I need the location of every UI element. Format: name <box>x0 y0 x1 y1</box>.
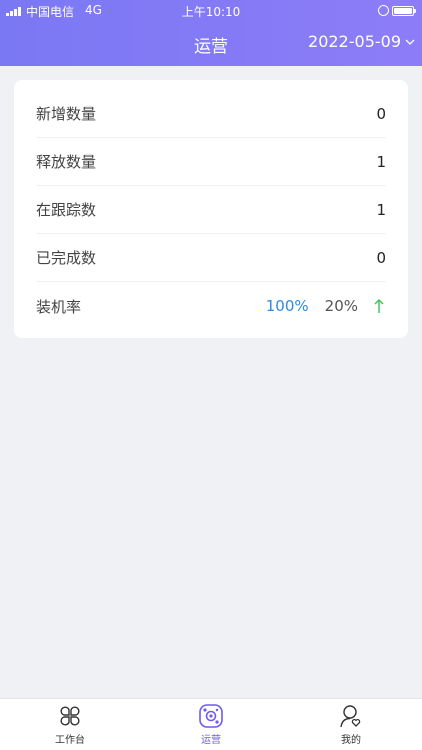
header: 中国电信 4G 上午10:10 运营 2022-05-09 <box>0 0 422 66</box>
stat-row-tracking: 在跟踪数 1 <box>36 186 386 234</box>
arrow-up-icon <box>374 299 384 313</box>
install-rate-values: 100% 20% <box>266 297 386 315</box>
completed-count-value: 0 <box>376 248 386 267</box>
battery-tip <box>414 9 416 13</box>
release-count-value: 1 <box>376 152 386 171</box>
date-value: 2022-05-09 <box>308 32 401 51</box>
stat-row-install-rate: 装机率 100% 20% <box>36 282 386 330</box>
orientation-lock-icon <box>378 5 389 16</box>
install-rate-primary: 100% <box>265 297 309 315</box>
tab-mine-label: 我的 <box>341 735 361 746</box>
operations-icon <box>199 704 223 728</box>
tab-mine[interactable]: 我的 <box>311 703 391 749</box>
workbench-grid-icon <box>60 706 80 726</box>
install-rate-secondary: 20% <box>324 297 358 315</box>
tracking-count-value: 1 <box>376 200 386 219</box>
chevron-down-icon <box>405 39 415 45</box>
status-time: 上午10:10 <box>181 5 241 19</box>
stat-row-completed: 已完成数 0 <box>36 234 386 282</box>
date-picker[interactable]: 2022-05-09 <box>308 32 416 51</box>
tab-workbench-label: 工作台 <box>55 735 85 746</box>
stat-row-new: 新增数量 0 <box>36 90 386 138</box>
tab-operations[interactable]: 运营 <box>171 703 251 749</box>
user-heart-icon <box>340 705 361 728</box>
new-count-value: 0 <box>376 104 386 123</box>
tab-workbench[interactable]: 工作台 <box>30 703 110 749</box>
release-count-label: 释放数量 <box>36 153 97 171</box>
new-count-label: 新增数量 <box>36 105 97 123</box>
status-bar: 中国电信 4G 上午10:10 <box>0 0 422 22</box>
battery-fill <box>394 8 412 14</box>
install-rate-label: 装机率 <box>36 297 82 316</box>
app-root: 中国电信 4G 上午10:10 运营 2022-05-09 新增数量 0 释放数… <box>0 0 422 750</box>
tab-bar: 工作台 运营 我的 <box>0 698 422 750</box>
tab-operations-label: 运营 <box>201 735 221 746</box>
completed-count-label: 已完成数 <box>36 249 97 267</box>
battery-icon <box>392 6 416 16</box>
tracking-count-label: 在跟踪数 <box>36 201 97 219</box>
stats-card: 新增数量 0 释放数量 1 在跟踪数 1 已完成数 0 装机率 100% 20% <box>14 80 408 338</box>
stat-row-release: 释放数量 1 <box>36 138 386 186</box>
